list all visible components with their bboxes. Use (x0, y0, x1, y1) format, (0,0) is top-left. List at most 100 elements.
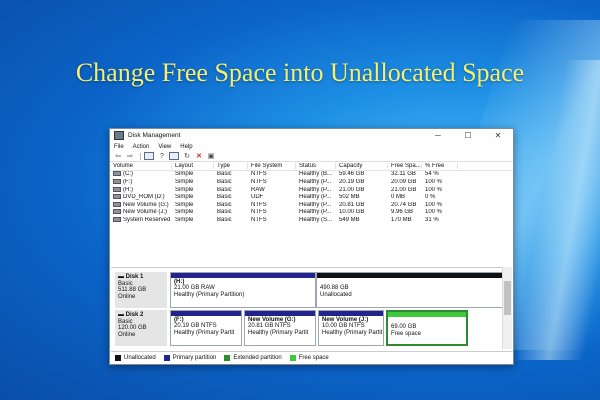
disk-management-window: Disk Management ─ ☐ ✕ File Action View H… (109, 128, 514, 365)
volume-cell: 502 MB (339, 194, 360, 201)
legend-swatch (289, 354, 296, 361)
column-capacity[interactable]: Capacity (336, 162, 388, 169)
volume-cell: Basic (217, 209, 232, 216)
volume-row[interactable]: DVD_ROM (D:) Simple Basic UDF Healthy (P... 5… (110, 193, 513, 201)
volume-cell: Healthy (P... (299, 201, 332, 208)
legend-label: Free space (298, 354, 329, 361)
volume-cell: 32.11 GB (391, 171, 416, 178)
volume-cell: Basic (217, 178, 232, 185)
column-type[interactable]: Type (214, 162, 248, 169)
volume-cell: (C:) (110, 171, 172, 177)
menu-file[interactable]: File (114, 144, 124, 150)
volume-cell: New Volume (G:) (110, 201, 172, 208)
volume-cell: DVD_ROM (D:) (110, 194, 172, 200)
toolbar-separator (140, 152, 141, 160)
disk-list-icon[interactable] (144, 152, 154, 160)
menu-action[interactable]: Action (133, 144, 150, 150)
legend-primary: Primary partition (163, 354, 217, 361)
volume-cell: Simple (175, 216, 194, 223)
volume-name: DVD_ROM (D:) (123, 194, 165, 201)
partition-size: 10.00 GB NTFS (322, 323, 365, 330)
volume-cell: New Volume (J:) (110, 209, 172, 215)
title-bar[interactable]: Disk Management ─ ☐ ✕ (110, 129, 513, 142)
refresh-icon[interactable]: ↻ (182, 152, 192, 160)
column-layout[interactable]: Layout (172, 162, 214, 169)
disk-icon: ▬ (118, 312, 126, 318)
volume-cell: 0 MB (391, 194, 406, 201)
headline: Change Free Space into Unallocated Space (75, 58, 525, 87)
toolbar: ⇦ ⇨ ? ↻ ✕ ▣ (110, 151, 513, 162)
column-file-system[interactable]: File System (248, 162, 296, 169)
partition-free-space[interactable]: 69.00 GB Free space (386, 310, 468, 346)
partition-title: New Volume (J:) (322, 317, 369, 323)
volume-cell: NTFS (251, 201, 267, 208)
volume-cell: Healthy (P... (299, 186, 332, 193)
volume-cell: Basic (217, 201, 232, 208)
volume-cell: 549 MB (339, 216, 360, 223)
volume-cell: 0 % (425, 194, 436, 201)
column-volume[interactable]: Volume (110, 162, 172, 169)
minimize-button[interactable]: ─ (423, 131, 453, 140)
disk-1-status: Online (118, 293, 136, 300)
volume-cell: 20.81 GB (339, 201, 365, 208)
disk-1-label[interactable]: ▬ Disk 1 Basic 511.88 GB Online (115, 272, 167, 308)
volume-row[interactable]: New Volume (G:) Simple Basic NTFS Healthy (P… (110, 201, 513, 209)
partition-g[interactable]: New Volume (G:) 20.81 GB NTFS Healthy (P… (244, 310, 316, 346)
disk-2-type: Basic (118, 318, 133, 325)
volume-row[interactable]: (C:) Simple Basic NTFS Healthy (B... 59.46 GB… (110, 171, 513, 179)
volume-cell: 31 % (425, 216, 439, 223)
partition-status: Healthy (Primary Partit (322, 329, 383, 336)
volume-cell: Simple (175, 178, 194, 185)
legend-extended: Extended partition (224, 354, 282, 361)
delete-icon[interactable]: ✕ (194, 152, 204, 160)
volume-cell: Healthy (B... (299, 171, 333, 178)
volume-name: New Volume (J:) (123, 209, 168, 216)
forward-icon[interactable]: ⇨ (125, 152, 135, 160)
maximize-button[interactable]: ☐ (453, 131, 483, 140)
volume-cell: NTFS (251, 216, 267, 223)
legend-label: Primary partition (172, 354, 217, 361)
back-icon[interactable]: ⇦ (113, 152, 123, 160)
properties-icon[interactable] (169, 152, 179, 160)
partition-unallocated[interactable]: 490.88 GB Unallocated (316, 272, 505, 308)
volume-cell: 59.46 GB (339, 171, 365, 178)
volume-list-header: Volume Layout Type File System Status Ca… (110, 162, 513, 171)
disk-2-size: 120.00 GB (118, 325, 147, 332)
volume-name: New Volume (G:) (123, 201, 169, 208)
volume-name: (C:) (123, 171, 133, 178)
partition-h[interactable]: (H:) 21.00 GB RAW Healthy (Primary Parti… (170, 272, 316, 308)
scrollbar-thumb[interactable] (504, 281, 511, 315)
column-percent-free[interactable]: % Free (422, 162, 458, 169)
partition-size: 20.19 GB NTFS (174, 323, 217, 330)
drive-icon (113, 216, 121, 222)
volume-row[interactable]: New Volume (J:) Simple Basic NTFS Healthy (P… (110, 209, 513, 217)
volume-cell: (F:) (110, 178, 172, 185)
partition-f[interactable]: (F:) 20.19 GB NTFS Healthy (Primary Part… (170, 310, 242, 346)
menu-view[interactable]: View (158, 144, 171, 150)
disk-2-label[interactable]: ▬ Disk 2 Basic 120.00 GB Online (115, 310, 167, 346)
drive-icon (113, 178, 121, 184)
volume-row[interactable]: (H:) Simple Basic RAW Healthy (P... 21.00 GB 2… (110, 186, 513, 194)
legend-swatch (224, 354, 231, 361)
settings-icon[interactable]: ▣ (206, 152, 216, 160)
column-free-space[interactable]: Free Spa... (388, 162, 422, 169)
close-button[interactable]: ✕ (483, 131, 513, 140)
volume-cell: Basic (217, 186, 232, 193)
partition-size: 490.88 GB (320, 285, 349, 292)
volume-row[interactable]: System Reserved Simple Basic NTFS Healthy (S… (110, 216, 513, 224)
partition-title: (H:) (174, 279, 185, 285)
volume-cell: (H:) (110, 186, 172, 193)
drive-icon (113, 209, 121, 215)
column-status[interactable]: Status (296, 162, 336, 169)
partition-title: (F:) (174, 317, 184, 323)
volume-row[interactable]: (F:) Simple Basic NTFS Healthy (P... 20.19 GB… (110, 178, 513, 186)
help-icon[interactable]: ? (157, 152, 167, 160)
legend-label: Unallocated (124, 354, 156, 361)
partition-status: Free space (391, 330, 422, 337)
volume-cell: Healthy (P... (299, 194, 332, 201)
menu-help[interactable]: Help (180, 144, 192, 150)
vertical-scrollbar[interactable] (502, 267, 512, 349)
volume-cell: 20.09 GB (391, 178, 417, 185)
partition-j[interactable]: New Volume (J:) 10.00 GB NTFS Healthy (P… (318, 310, 384, 346)
partition-status: Unallocated (320, 291, 352, 298)
